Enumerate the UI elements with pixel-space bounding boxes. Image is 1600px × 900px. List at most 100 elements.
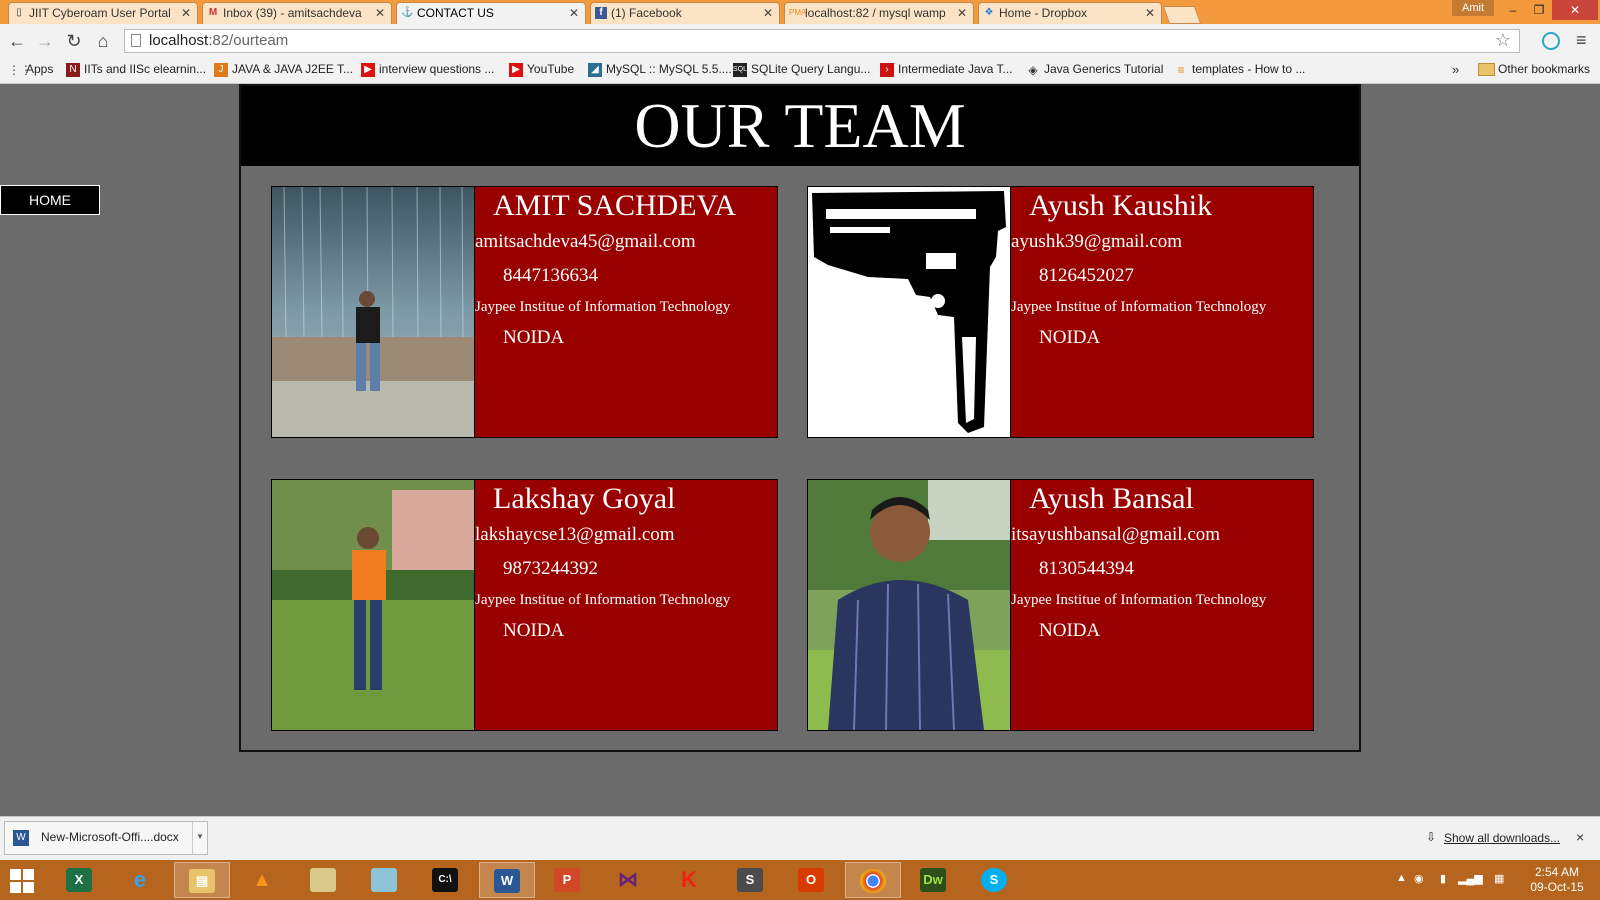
tab-label: CONTACT US <box>417 6 494 20</box>
taskbar-sublime[interactable]: S <box>723 862 779 898</box>
close-tab-icon[interactable]: ✕ <box>957 6 967 20</box>
taskbar-internet-explorer[interactable]: e <box>113 862 169 898</box>
member-photo <box>808 480 1011 730</box>
clock-time: 2:54 AM <box>1534 865 1580 879</box>
bookmark-sqlite[interactable]: SQL SQLite Query Langu... <box>733 62 871 77</box>
taskbar-skype[interactable]: S <box>967 862 1023 898</box>
anchor-icon: ⚓ <box>401 7 414 18</box>
mysql-icon: ◢ <box>588 63 602 77</box>
bookmark-java[interactable]: J JAVA & JAVA J2EE T... <box>214 62 353 77</box>
bookmarks-overflow-chevron[interactable]: » <box>1452 62 1459 77</box>
taskbar-excel[interactable]: X <box>52 862 108 898</box>
bookmark-apps[interactable]: ⋮⋮ Apps <box>8 62 53 77</box>
phpmyadmin-icon: PMA <box>789 8 807 17</box>
bookmark-java-generics[interactable]: ◈ Java Generics Tutorial <box>1026 62 1163 77</box>
tray-chrome-icon[interactable]: ◉ <box>1414 872 1424 885</box>
bookmarks-bar: ⋮⋮ Apps N IITs and IISc elearnin... J JA… <box>0 58 1600 84</box>
reload-icon[interactable]: ↻ <box>64 31 84 51</box>
dreamweaver-icon: Dw <box>920 868 946 892</box>
address-bar[interactable]: localhost:82/ourteam ☆ <box>124 29 1520 53</box>
bookmark-intermediate-java[interactable]: › Intermediate Java T... <box>880 62 1013 77</box>
bookmark-nptel[interactable]: N IITs and IISc elearnin... <box>66 62 206 77</box>
other-bookmarks-folder[interactable]: Other bookmarks <box>1478 62 1590 76</box>
diamond-icon: ◈ <box>1028 63 1038 77</box>
tab-dropbox[interactable]: ❖ Home - Dropbox ✕ <box>978 2 1162 24</box>
url-host: localhost <box>149 32 209 49</box>
start-button[interactable] <box>10 869 34 893</box>
taskbar-dreamweaver[interactable]: Dw <box>906 862 962 898</box>
taskbar-kaspersky[interactable]: K <box>662 862 718 898</box>
bookmark-label: interview questions ... <box>379 62 495 76</box>
bookmark-youtube[interactable]: ▶ YouTube <box>509 62 575 77</box>
bookmark-templates[interactable]: ≡ templates - How to ... <box>1174 62 1305 77</box>
facebook-icon: f <box>595 7 607 19</box>
word-doc-icon: W <box>13 830 29 846</box>
apps-icon: ⋮⋮ <box>8 63 32 77</box>
close-tab-icon[interactable]: ✕ <box>375 6 385 20</box>
dropbox-icon: ❖ <box>984 7 994 18</box>
notifications-icon[interactable]: ▦ <box>1494 872 1504 885</box>
member-phone: 8447136634 <box>503 265 598 286</box>
member-card: Ayush Bansal itsayushbansal@gmail.com 81… <box>807 479 1314 731</box>
restore-icon[interactable]: ❐ <box>1526 0 1552 20</box>
tab-label: Home - Dropbox <box>999 6 1088 20</box>
member-phone: 8126452027 <box>1039 265 1134 286</box>
tray-overflow-icon[interactable]: ▲ <box>1396 872 1407 884</box>
extension-icon[interactable] <box>1542 32 1560 50</box>
taskbar-word[interactable]: W <box>479 862 535 898</box>
minimize-icon[interactable]: – <box>1500 0 1526 20</box>
tab-phpmyadmin[interactable]: PMA localhost:82 / mysql wamp ✕ <box>784 2 974 24</box>
bookmark-star-icon[interactable]: ☆ <box>1495 30 1511 51</box>
close-tab-icon[interactable]: ✕ <box>763 6 773 20</box>
new-tab-button[interactable] <box>1162 6 1202 24</box>
window-close-icon[interactable]: ✕ <box>1552 0 1598 20</box>
tab-gmail[interactable]: M Inbox (39) - amitsachdeva ✕ <box>202 2 392 24</box>
bookmark-label: MySQL :: MySQL 5.5.... <box>606 62 732 76</box>
taskbar-command-prompt[interactable]: C:\ <box>418 862 474 898</box>
bookmark-label: SQLite Query Langu... <box>751 62 871 76</box>
download-menu-chevron-icon[interactable]: ▾ <box>192 822 207 854</box>
home-nav-button[interactable]: HOME <box>0 185 100 215</box>
command-prompt-icon: C:\ <box>432 868 458 892</box>
java-icon: J <box>214 63 228 77</box>
youtube-icon: ▶ <box>509 63 523 77</box>
chrome-icon <box>860 869 886 893</box>
taskbar-visual-studio[interactable]: ⋈ <box>601 862 657 898</box>
back-icon[interactable]: ← <box>7 31 27 51</box>
download-arrow-icon: ⇩ <box>1426 830 1437 844</box>
battery-icon[interactable]: ▮ <box>1440 872 1446 885</box>
close-shelf-icon[interactable]: × <box>1576 829 1584 845</box>
taskbar-powerpoint[interactable]: P <box>540 862 596 898</box>
tab-cyberoam[interactable]: ▯ JIIT Cyberoam User Portal ✕ <box>8 2 198 24</box>
stackoverflow-icon: ≡ <box>1177 63 1185 77</box>
taskbar-notepad[interactable] <box>357 862 413 898</box>
taskbar-file-explorer[interactable]: ▤ <box>174 862 230 898</box>
show-all-downloads-link[interactable]: ⇩ Show all downloads... <box>1426 830 1560 845</box>
taskbar-office[interactable]: O <box>784 862 840 898</box>
bookmark-mysql[interactable]: ◢ MySQL :: MySQL 5.5.... <box>588 62 732 77</box>
system-clock[interactable]: 2:54 AM 09-Oct-15 <box>1522 865 1592 895</box>
taskbar-folder[interactable] <box>296 862 352 898</box>
close-tab-icon[interactable]: ✕ <box>569 6 579 20</box>
page-title: OUR TEAM <box>241 86 1359 166</box>
notepad-icon <box>371 868 397 892</box>
tab-facebook[interactable]: f (1) Facebook ✕ <box>590 2 780 24</box>
network-icon[interactable]: ▂▄▆ <box>1458 872 1483 885</box>
member-name: Ayush Kaushik <box>1029 189 1213 222</box>
close-tab-icon[interactable]: ✕ <box>181 6 191 20</box>
bookmark-label: YouTube <box>527 62 575 76</box>
taskbar-chrome[interactable] <box>845 862 901 898</box>
browser-toolbar: ← → ↻ ⌂ localhost:82/ourteam ☆ <box>0 24 1600 58</box>
url-text: localhost:82/ourteam <box>149 32 288 49</box>
tab-contact-us[interactable]: ⚓ CONTACT US ✕ <box>396 2 586 24</box>
close-tab-icon[interactable]: ✕ <box>1145 6 1155 20</box>
home-icon[interactable]: ⌂ <box>93 31 113 51</box>
download-item[interactable]: W New-Microsoft-Offi....docx ▾ <box>4 821 208 855</box>
bookmark-interview[interactable]: ▶ interview questions ... <box>361 62 495 77</box>
profile-badge[interactable]: Amit <box>1452 0 1494 16</box>
forward-icon[interactable]: → <box>35 31 55 51</box>
bookmark-label: JAVA & JAVA J2EE T... <box>232 62 353 76</box>
page-icon: ▯ <box>16 7 22 18</box>
taskbar-vlc[interactable]: ▲ <box>235 862 291 898</box>
chrome-menu-icon[interactable]: ≡ <box>1576 30 1587 51</box>
